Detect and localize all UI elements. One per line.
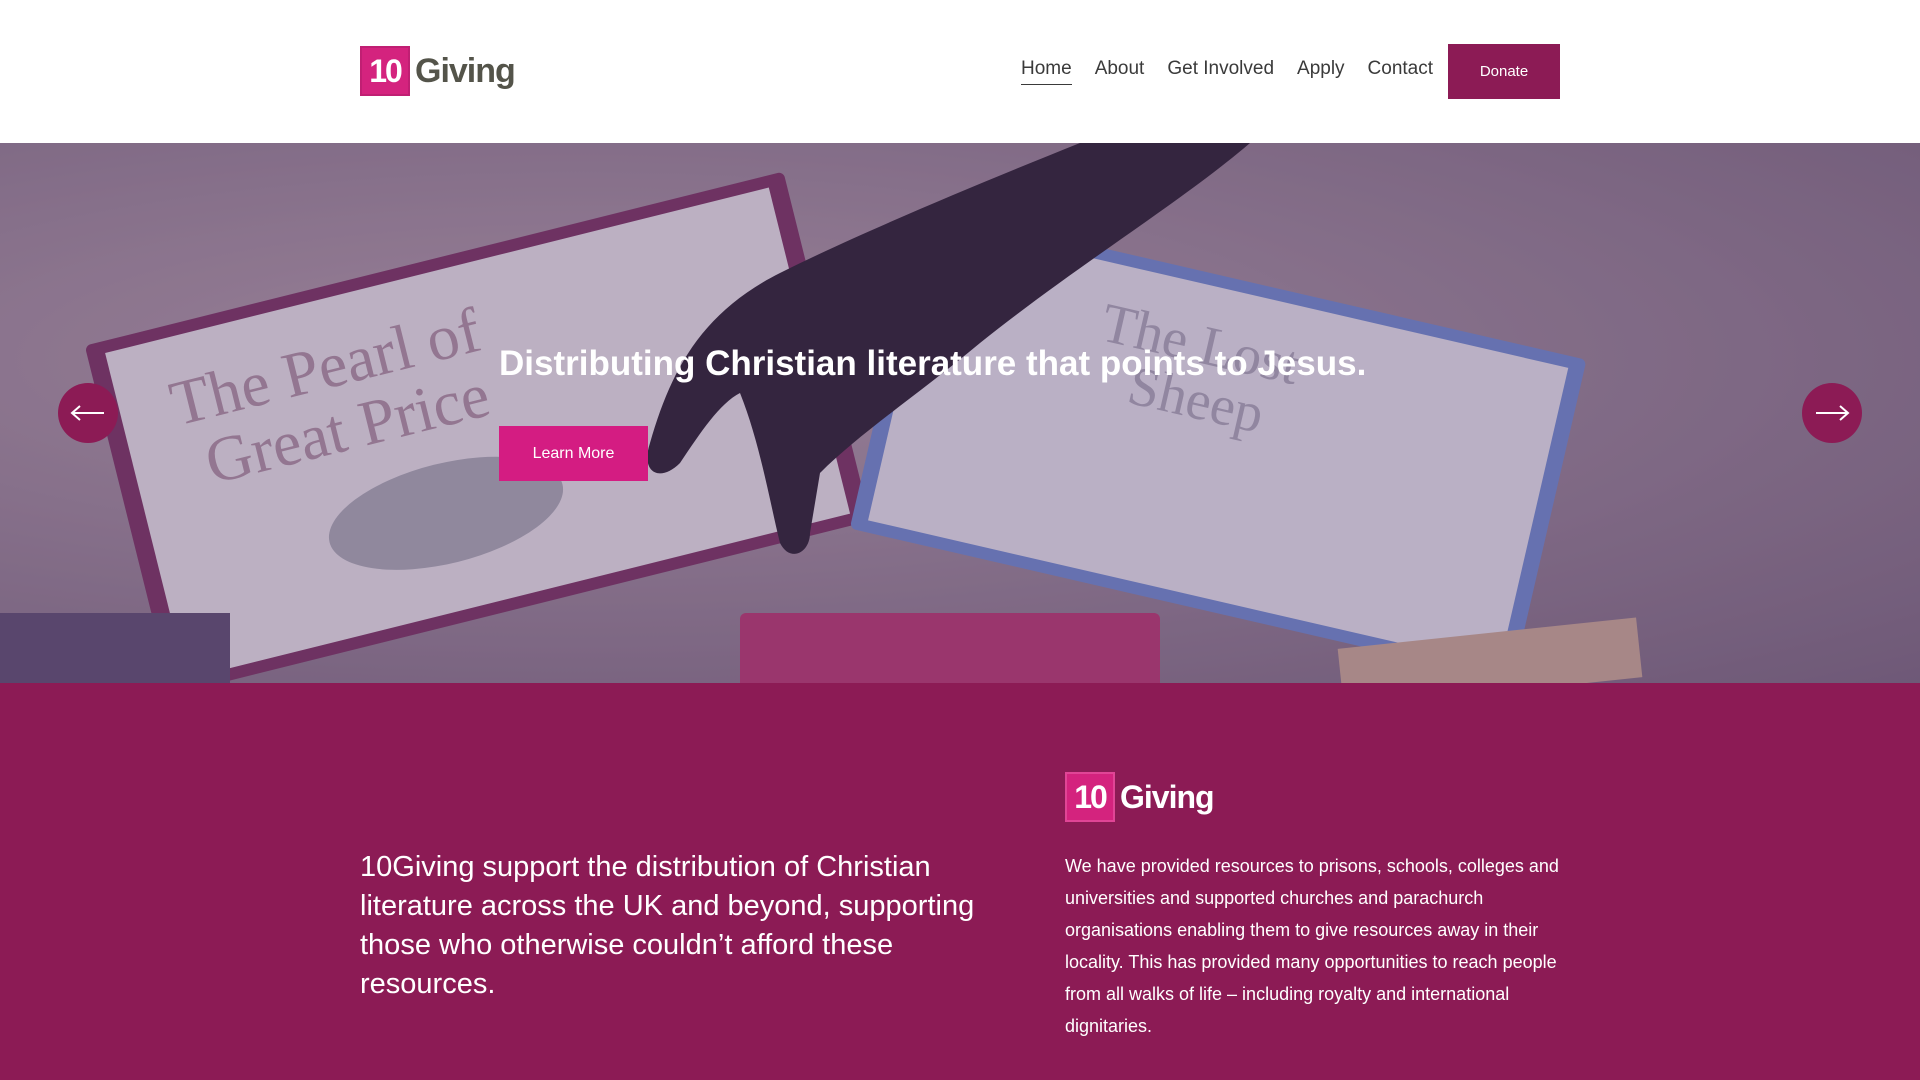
section-logo: 10 Giving [1065,772,1215,822]
logo-wordmark: Giving [1120,778,1215,815]
nav-item-contact[interactable]: Contact [1368,58,1433,85]
slider-next-button[interactable] [1802,383,1862,443]
nav-item-get-involved[interactable]: Get Involved [1167,58,1274,85]
nav-item-home[interactable]: Home [1021,58,1072,85]
donate-button[interactable]: Donate [1448,44,1560,99]
about-section: 10Giving support the distribution of Chr… [0,683,1920,1080]
hero-overlay [0,143,1920,683]
nav-item-about[interactable]: About [1095,58,1145,85]
logo-mark: 10 [1065,772,1115,822]
logo-wordmark: Giving [415,51,516,90]
intro-statement: 10Giving support the distribution of Chr… [360,851,975,1000]
nav-item-apply[interactable]: Apply [1297,58,1345,85]
logo-mark: 10 [360,46,410,96]
learn-more-button[interactable]: Learn More [499,426,648,481]
arrow-left-icon [70,405,104,421]
about-description: We have provided resources to prisons, s… [1065,856,1559,1036]
main-nav: Home About Get Involved Apply Contact [1021,58,1433,85]
site-logo[interactable]: 10 Giving [360,46,516,96]
hero-title: Distributing Christian literature that p… [499,344,1367,383]
slider-prev-button[interactable] [58,383,118,443]
hero-slider: The Pearl of Great Price The Lost Sheep … [0,143,1920,683]
arrow-right-icon [1816,405,1850,421]
site-header: 10 Giving Home About Get Involved Apply … [0,0,1920,143]
